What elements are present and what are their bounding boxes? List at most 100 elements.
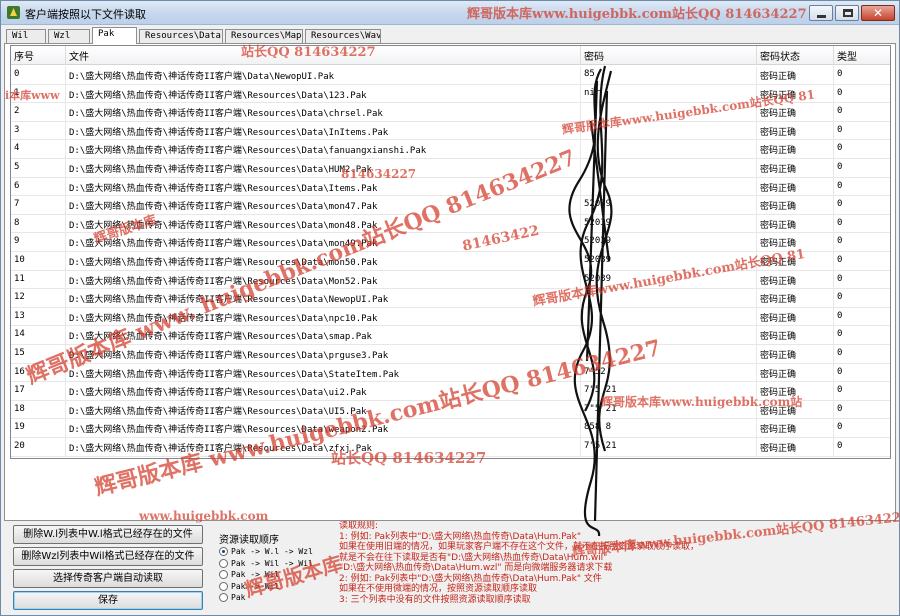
file-list[interactable]: 序号 文件 密码 密码状态 类型 0 D:\盛大网络\热血传奇\神话传奇II客户端… <box>10 45 891 459</box>
column-header-type[interactable]: 类型 <box>834 46 890 65</box>
radio-icon[interactable] <box>219 593 228 602</box>
cell-type: 0 <box>837 162 843 172</box>
cell-file: D:\盛大网络\热血传奇\神话传奇II客户端\Resources\Data\St… <box>66 363 581 382</box>
title-bar: 客户端按照以下文件读取 ✕ <box>1 1 899 25</box>
cell-password-status: 密码正确 <box>757 289 834 308</box>
cell-index: 6 <box>11 177 66 196</box>
table-row[interactable]: 7 D:\盛大网络\热血传奇\神话传奇II客户端\Resources\Data\m… <box>11 196 890 215</box>
read-order-option[interactable]: Pak -> Wil -> Wil <box>219 558 313 570</box>
cell-file: D:\盛大网络\热血传奇\神话传奇II客户端\Resources\Data\Mo… <box>66 270 581 289</box>
table-row[interactable]: 12 D:\盛大网络\热血传奇\神话传奇II客户端\Resources\Data\… <box>11 289 890 308</box>
cell-password <box>581 103 757 122</box>
read-order-option[interactable]: Pak <box>219 593 245 604</box>
cell-password-status: 密码正确 <box>757 438 834 456</box>
table-row[interactable]: 0 D:\盛大网络\热血传奇\神话传奇II客户端\Data\NewopUI.Pak… <box>11 66 890 85</box>
rule-line: 读取规则: <box>339 521 379 531</box>
cell-type: 0 <box>837 441 843 451</box>
table-row[interactable]: 1 D:\盛大网络\热血传奇\神话传奇II客户端\Resources\Data\1… <box>11 84 890 104</box>
cell-index: 8 <box>11 214 66 233</box>
table-row[interactable]: 3 D:\盛大网络\热血传奇\神话传奇II客户端\Resources\Data\I… <box>11 121 890 141</box>
table-row[interactable]: 19 D:\盛大网络\热血传奇\神话传奇II客户端\Resources\Data\… <box>11 419 890 438</box>
table-row[interactable]: 8 D:\盛大网络\热血传奇\神话传奇II客户端\Resources\Data\m… <box>11 214 890 234</box>
cell-password-status: 密码正确 <box>757 66 834 84</box>
auto-read-client-button[interactable]: 选择传奇客户端自动读取 <box>13 569 203 588</box>
cell-type: 0 <box>837 236 843 247</box>
cell-file: D:\盛大网络\热血传奇\神话传奇II客户端\Resources\Data\np… <box>66 307 581 326</box>
cell-type: 0 <box>837 385 843 396</box>
cell-file: D:\盛大网络\热血传奇\神话传奇II客户端\Resources\Data\mo… <box>66 214 581 233</box>
read-order-option[interactable]: Pak -> Wil <box>219 581 279 593</box>
table-row[interactable]: 2 D:\盛大网络\热血传奇\神话传奇II客户端\Resources\Data\c… <box>11 103 890 122</box>
tab-resources-map[interactable]: Resources\Map <box>225 29 303 43</box>
cell-index: 12 <box>11 289 66 308</box>
radio-icon[interactable] <box>219 558 228 568</box>
table-row[interactable]: 4 D:\盛大网络\热血传奇\神话传奇II客户端\Resources\Data\f… <box>11 140 890 159</box>
save-button[interactable]: 保存 <box>13 591 203 610</box>
cell-type: 0 <box>837 273 843 284</box>
radio-icon[interactable] <box>219 581 228 591</box>
table-row[interactable]: 6 D:\盛大网络\热血传奇\神话传奇II客户端\Resources\Data\I… <box>11 177 890 197</box>
rule-line: 就是不会在往下读取是否有"D:\盛大网络\热血传奇\Data\Hum.wil" <box>339 552 608 563</box>
tab-resources-wav[interactable]: Resources\Wav <box>305 29 381 43</box>
table-row[interactable]: 18 D:\盛大网络\热血传奇\神话传奇II客户端\Resources\Data\… <box>11 400 890 420</box>
cell-index: 7 <box>11 196 66 215</box>
table-row[interactable]: 17 D:\盛大网络\热血传奇\神话传奇II客户端\Resources\Data\… <box>11 382 890 401</box>
cell-file: D:\盛大网络\热血传奇\神话传奇II客户端\Resources\Data\In… <box>66 121 581 140</box>
cell-file: D:\盛大网络\热血传奇\神话传奇II客户端\Resources\Data\It… <box>66 177 581 196</box>
cell-password: 52039 <box>581 270 757 289</box>
minimize-button[interactable] <box>809 5 833 21</box>
rule-line: 2: 例如: Pak列表中"D:\盛大网络\热血传奇\Data\Hum.Pak"… <box>339 573 602 584</box>
cell-password-status: 密码正确 <box>757 419 834 438</box>
table-row[interactable]: 14 D:\盛大网络\热血传奇\神话传奇II客户端\Resources\Data\… <box>11 326 890 345</box>
tab-resources-data[interactable]: Resources\Data <box>139 29 223 43</box>
maximize-button[interactable] <box>835 5 859 21</box>
cell-type: 0 <box>837 143 843 154</box>
read-order-option[interactable]: Pak -> Wil <box>219 570 279 581</box>
cell-type: 0 <box>837 124 843 135</box>
tab-wil[interactable]: Wil <box>6 29 46 43</box>
cell-file: D:\盛大网络\热血传奇\神话传奇II客户端\Resources\Data\pr… <box>66 345 581 363</box>
cell-password-status: 密码正确 <box>757 400 834 419</box>
radio-selected-icon[interactable] <box>219 547 228 556</box>
column-header-index[interactable]: 序号 <box>11 46 66 65</box>
delete-wil-existing-button[interactable]: 删除W.l列表中W.l格式已经存在的文件 <box>13 525 203 544</box>
table-row[interactable]: 10 D:\盛大网络\热血传奇\神话传奇II客户端\Resources\Data\… <box>11 252 890 271</box>
table-row[interactable]: 9 D:\盛大网络\热血传奇\神话传奇II客户端\Resources\Data\m… <box>11 233 890 252</box>
cell-password: 52039 <box>581 214 757 233</box>
cell-type: 0 <box>837 87 843 98</box>
cell-file: D:\盛大网络\热血传奇\神话传奇II客户端\Resources\Data\mo… <box>66 196 581 215</box>
table-row[interactable]: 13 D:\盛大网络\热血传奇\神话传奇II客户端\Resources\Data\… <box>11 307 890 327</box>
column-header-file[interactable]: 文件 <box>66 46 581 65</box>
cell-type: 0 <box>837 292 843 303</box>
rule-line: 如果在使用旧端的情况，如果玩家客户端不存在这个文件，就不在按照资源读取顺序读取， <box>339 542 700 552</box>
cell-index: 13 <box>11 307 66 326</box>
close-button[interactable]: ✕ <box>861 5 895 21</box>
cell-index: 18 <box>11 400 66 419</box>
tab-pak[interactable]: Pak <box>92 27 137 44</box>
table-row[interactable]: 20 D:\盛大网络\热血传奇\神话传奇II客户端\Resources\Data\… <box>11 438 890 457</box>
cell-password-status: 密码正确 <box>757 121 834 140</box>
cell-type: 0 <box>837 217 843 228</box>
cell-type: 0 <box>837 180 843 191</box>
column-header-password[interactable]: 密码 <box>581 46 757 65</box>
tab-wzl[interactable]: Wzl <box>48 29 90 43</box>
cell-type: 0 <box>837 403 843 414</box>
cell-file: D:\盛大网络\热血传奇\神话传奇II客户端\Resources\Data\HU… <box>66 159 581 177</box>
cell-password-status: 密码正确 <box>757 140 834 159</box>
window-title: 客户端按照以下文件读取 <box>25 8 146 21</box>
delete-wzl-existing-button[interactable]: 删除Wzl列表中Wil格式已经存在的文件 <box>13 547 203 566</box>
radio-icon[interactable] <box>219 570 228 579</box>
table-row[interactable]: 16 D:\盛大网络\热血传奇\神话传奇II客户端\Resources\Data\… <box>11 363 890 383</box>
cell-password: 7"52 <box>581 363 757 382</box>
cell-password <box>581 140 757 159</box>
cell-index: 14 <box>11 326 66 345</box>
read-order-option[interactable]: Pak -> W.l -> Wzl <box>219 547 313 558</box>
table-row[interactable]: 5 D:\盛大网络\热血传奇\神话传奇II客户端\Resources\Data\H… <box>11 159 890 178</box>
cell-type: 0 <box>837 69 843 79</box>
main-window: 客户端按照以下文件读取 ✕ Wil Wzl Pak Resources\Data… <box>0 0 900 616</box>
cell-file: D:\盛大网络\热血传奇\神话传奇II客户端\Resources\Data\zf… <box>66 438 581 456</box>
column-header-password-status[interactable]: 密码状态 <box>757 46 834 65</box>
cell-file: D:\盛大网络\热血传奇\神话传奇II客户端\Resources\Data\sm… <box>66 326 581 345</box>
table-row[interactable]: 15 D:\盛大网络\热血传奇\神话传奇II客户端\Resources\Data\… <box>11 345 890 364</box>
table-row[interactable]: 11 D:\盛大网络\热血传奇\神话传奇II客户端\Resources\Data\… <box>11 270 890 290</box>
